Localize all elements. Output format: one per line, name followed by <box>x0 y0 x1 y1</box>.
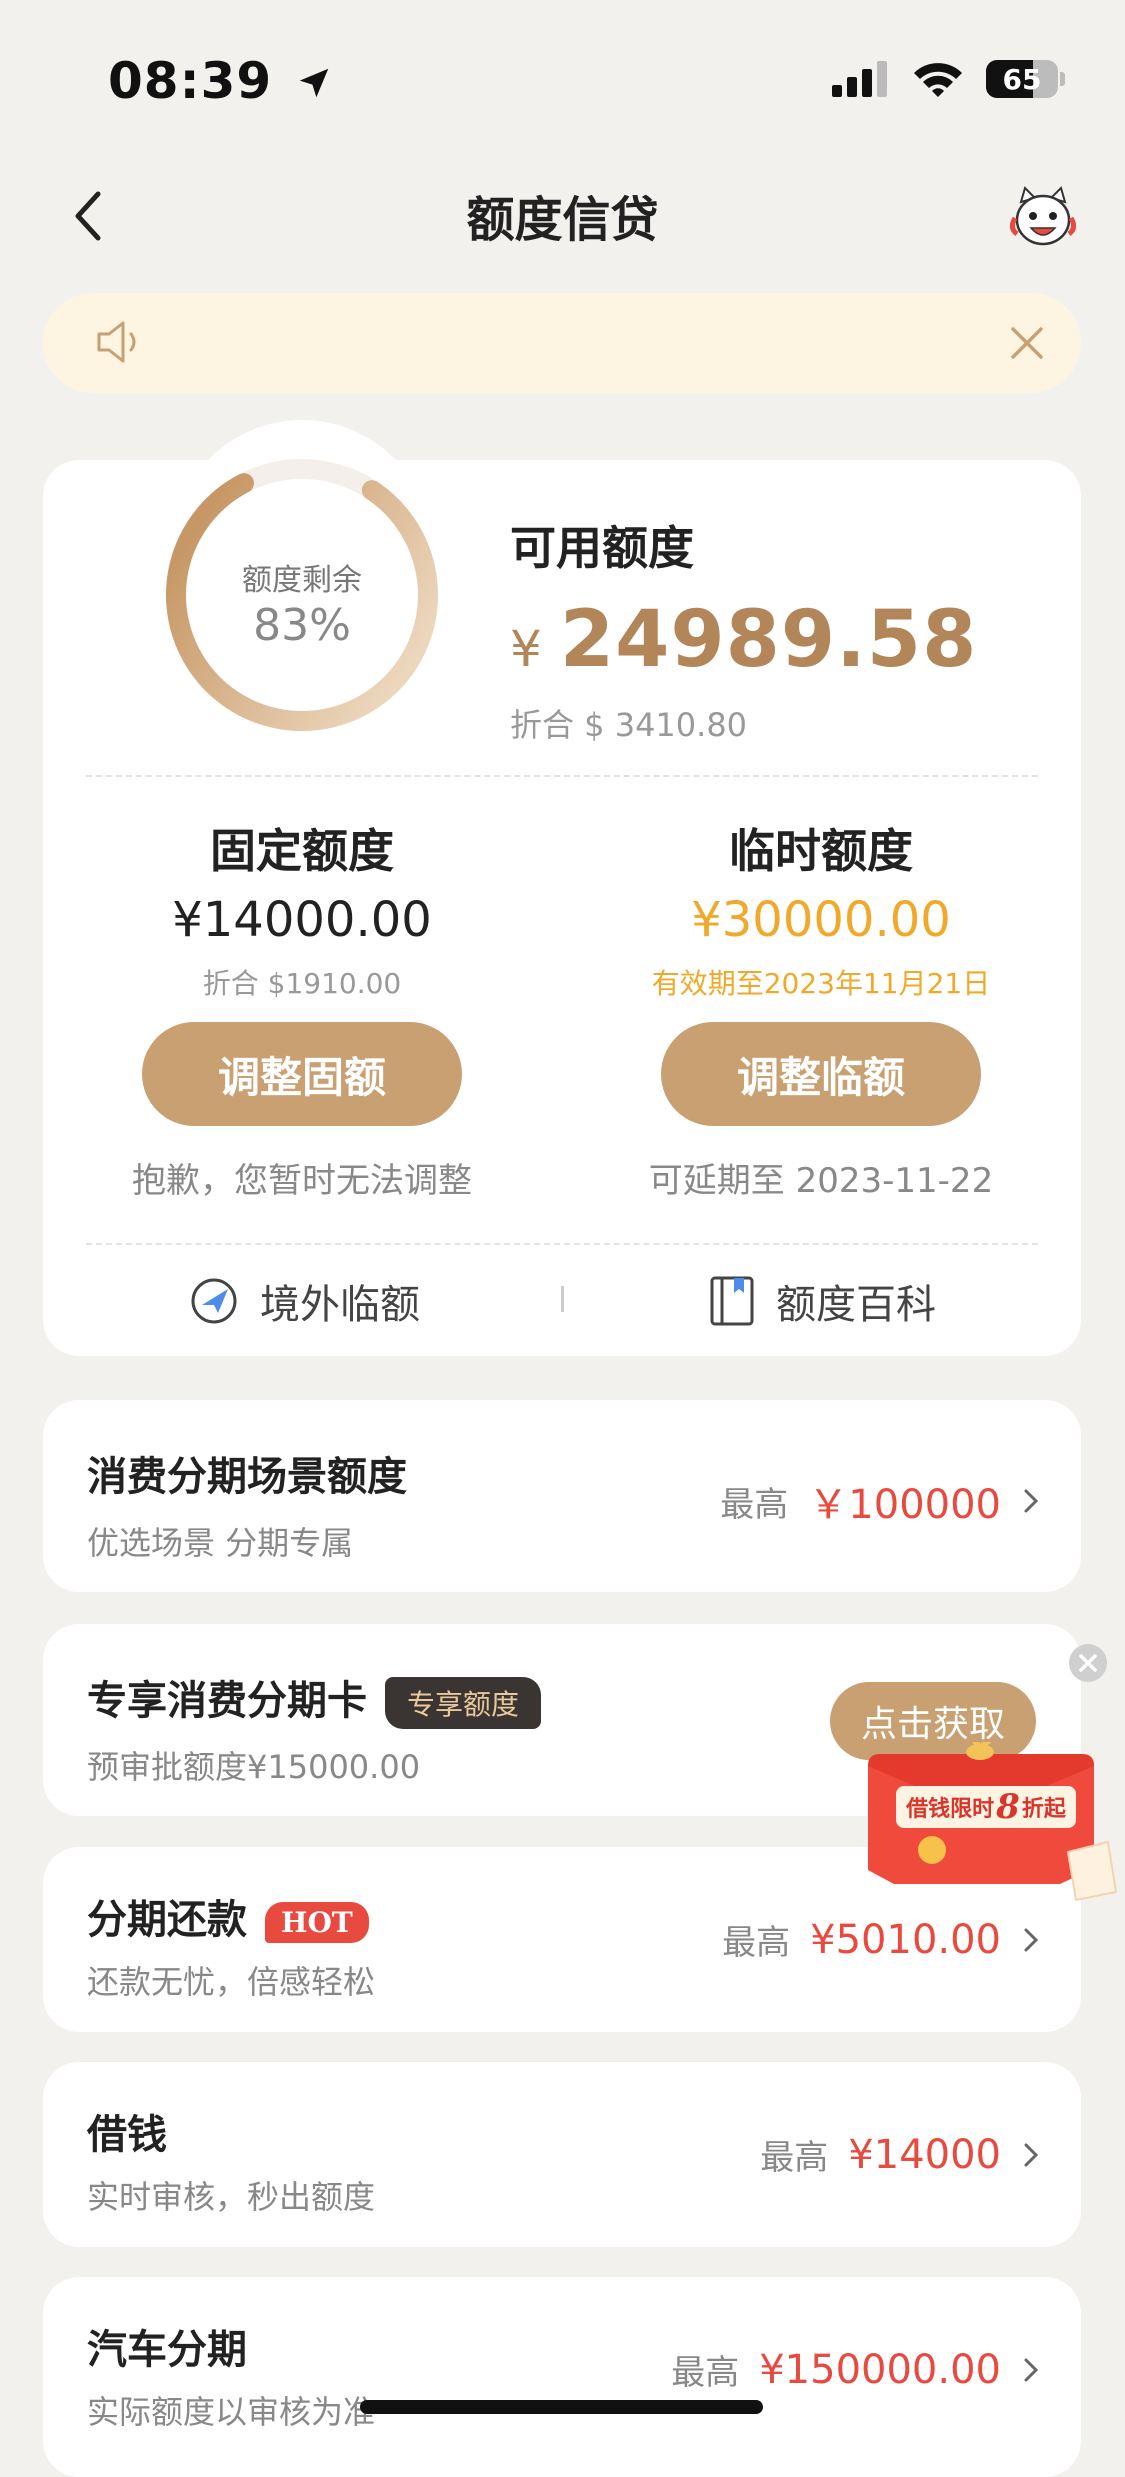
battery-icon: 65 <box>986 60 1058 98</box>
temp-quota-title: 临时额度 <box>729 824 913 878</box>
adjust-fixed-button[interactable]: 调整固额 <box>142 1022 462 1126</box>
list-item-title: 专享消费分期卡 专享额度 <box>87 1668 542 1729</box>
chevron-right-icon <box>1024 2143 1039 2166</box>
exclusive-tag: 专享额度 <box>385 1677 542 1729</box>
list-item-title: 分期还款 HOT <box>87 1887 369 1945</box>
link-separator <box>561 1286 564 1312</box>
list-item-subtitle: 优选场景 分期专属 <box>87 1524 354 1562</box>
available-amount: ¥24989.58 <box>510 595 978 685</box>
close-icon[interactable] <box>1007 323 1047 363</box>
list-item-subtitle: 还款无忧，倍感轻松 <box>87 1963 376 2001</box>
status-time: 08:39 <box>108 52 333 110</box>
chevron-right-icon <box>1024 1928 1039 1951</box>
divider <box>86 775 1038 777</box>
signal-icon <box>832 61 887 97</box>
list-item-subtitle: 实时审核，秒出额度 <box>87 2178 376 2216</box>
list-item[interactable]: 消费分期场景额度 优选场景 分期专属 最高 ￥100000 <box>43 1400 1081 1592</box>
ring-label: 额度剩余 <box>242 563 362 598</box>
book-icon <box>710 1276 754 1326</box>
promo-text: 借钱限时 8 折起 <box>896 1786 1076 1828</box>
fixed-quota-converted: 折合 $1910.00 <box>202 967 402 1000</box>
list-item-title: 消费分期场景额度 <box>87 1454 407 1500</box>
chevron-right-icon <box>1024 1489 1039 1513</box>
close-icon[interactable] <box>1068 1643 1108 1683</box>
speaker-icon <box>97 321 136 363</box>
overseas-quota-link[interactable]: 境外临额 <box>188 1272 420 1330</box>
ring-percent: 83% <box>253 600 351 651</box>
temp-quota-note: 可延期至 2023-11-22 <box>648 1161 994 1201</box>
divider <box>86 1243 1038 1245</box>
hot-badge: HOT <box>265 1901 369 1943</box>
list-item-value: 最高 ¥14000 <box>760 2130 1039 2179</box>
mascot-icon[interactable] <box>1007 182 1079 254</box>
available-converted: 折合 $ 3410.80 <box>510 706 748 744</box>
list-item-title: 汽车分期 <box>87 2327 247 2373</box>
chevron-right-icon <box>1024 2358 1039 2381</box>
adjust-temp-button[interactable]: 调整临额 <box>661 1022 981 1126</box>
fixed-quota-title: 固定额度 <box>210 824 394 878</box>
plane-icon <box>191 1278 237 1324</box>
fixed-quota-amount: ¥14000.00 <box>172 892 432 948</box>
home-indicator[interactable] <box>360 2400 763 2414</box>
list-item-value: 最高 ¥150000.00 <box>671 2345 1039 2394</box>
notice-bar[interactable] <box>43 293 1081 393</box>
available-label: 可用额度 <box>510 521 694 575</box>
promo-envelope[interactable]: 借钱限时 8 折起 <box>860 1742 1120 1912</box>
location-arrow-icon <box>299 68 328 98</box>
list-item-subtitle: 预审批额度¥15000.00 <box>87 1748 421 1786</box>
list-item-value: 最高 ￥100000 <box>720 1472 1039 1530</box>
status-indicators: 65 <box>832 60 1065 98</box>
wifi-icon <box>914 63 962 97</box>
list-item-value: 最高 ¥5010.00 <box>722 1915 1039 1964</box>
list-item[interactable]: 汽车分期 实际额度以审核为准 最高 ¥150000.00 <box>43 2277 1081 2477</box>
fixed-quota-note: 抱歉，您暂时无法调整 <box>132 1161 472 1201</box>
temp-quota-amount: ¥30000.00 <box>691 892 951 948</box>
list-item-title: 借钱 <box>87 2112 167 2158</box>
list-item-subtitle: 实际额度以审核为准 <box>87 2393 376 2431</box>
list-item[interactable]: 借钱 实时审核，秒出额度 最高 ¥14000 <box>43 2062 1081 2247</box>
temp-quota-expiry: 有效期至2023年11月21日 <box>651 967 991 1000</box>
page-title: 额度信贷 <box>466 192 659 248</box>
quota-encyclopedia-link[interactable]: 额度百科 <box>708 1272 936 1330</box>
